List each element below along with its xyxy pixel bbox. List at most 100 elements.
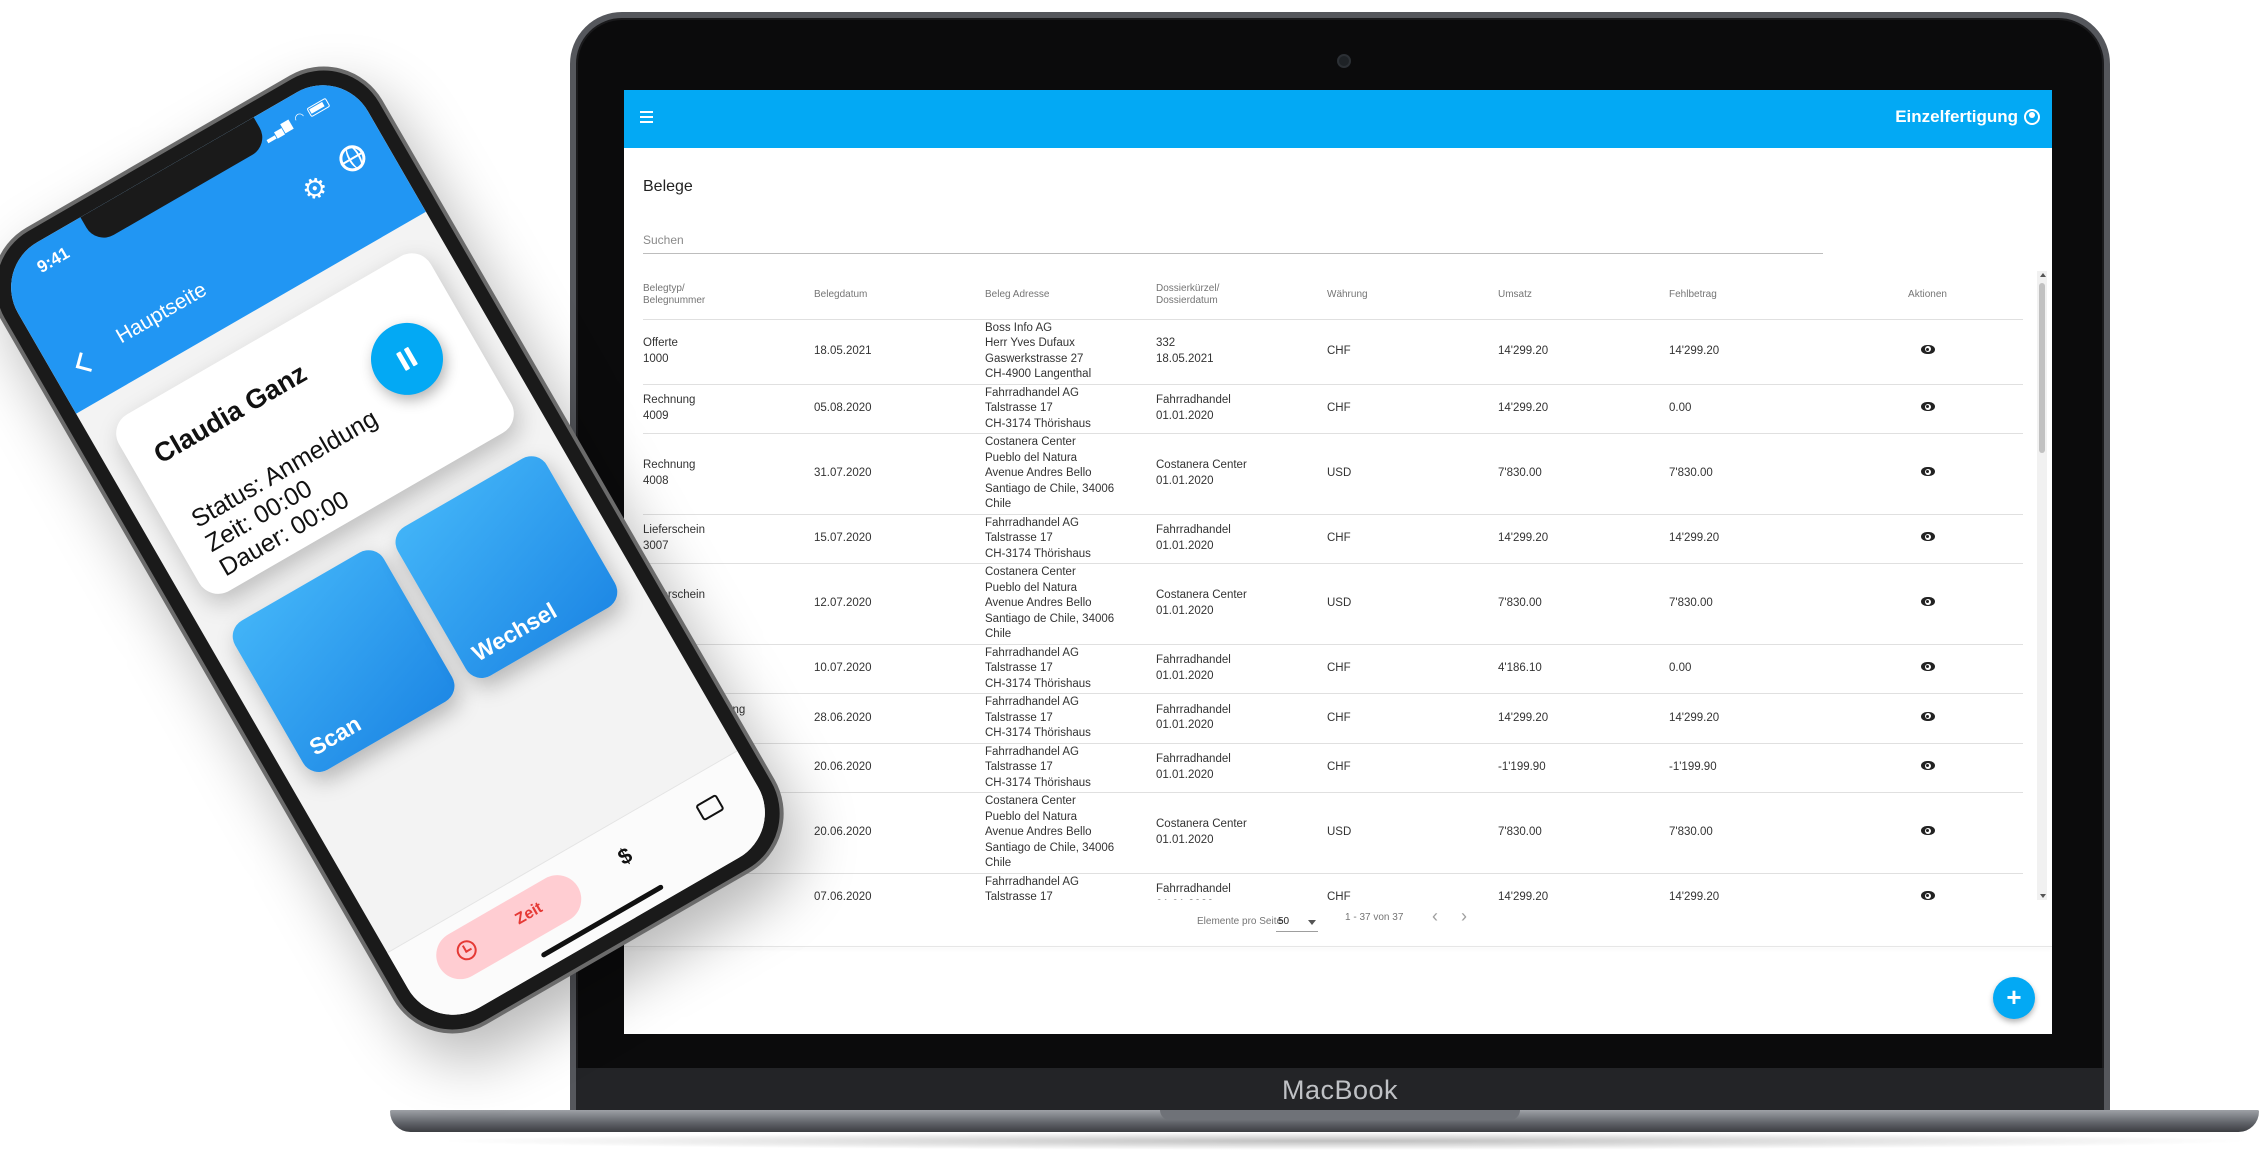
table-cell: Costanera Center Pueblo del Natura Avenu…: [985, 563, 1156, 645]
content-divider: [624, 946, 2052, 947]
eye-icon[interactable]: [1920, 761, 1935, 770]
eye-icon[interactable]: [1920, 662, 1935, 671]
belege-table: Belegtyp/ Belegnummer Belegdatum Beleg Adr…: [643, 271, 2023, 900]
table-cell: Costanera Center 01.01.2020: [1156, 792, 1327, 874]
chevron-right-icon[interactable]: ›: [1453, 906, 1475, 928]
battery-icon: [306, 97, 331, 118]
table-cell: 14'299.20: [1669, 873, 1840, 900]
table-cell: 05.08.2020: [814, 384, 985, 434]
actions-cell: [1840, 384, 2023, 434]
actions-cell: [1840, 644, 2023, 694]
table-cell: Fahrradhandel 01.01.2020: [1156, 514, 1327, 564]
table-cell: -1'199.90: [1669, 743, 1840, 793]
belege-table-wrapper: Belegtyp/ Belegnummer Belegdatum Beleg Adr…: [643, 271, 2037, 900]
menu-icon[interactable]: [640, 108, 660, 128]
table-cell: CHF: [1327, 873, 1498, 900]
table-cell: 4'186.10: [1498, 644, 1669, 694]
table-scrollbar[interactable]: [2037, 271, 2047, 900]
table-row[interactable]: Lieferschein 20.06.2020Fahrradhandel AG …: [643, 743, 2023, 793]
table-cell: Lieferschein 3007: [643, 514, 814, 564]
actions-cell: [1840, 433, 2023, 515]
eye-icon[interactable]: [1920, 532, 1935, 541]
table-cell: 0.00: [1669, 644, 1840, 694]
pause-button[interactable]: [357, 309, 457, 409]
table-row[interactable]: 07.06.2020 Fahrradhandel AG Talstrasse 17…: [643, 873, 2023, 900]
scrollbar-thumb[interactable]: [2039, 283, 2045, 453]
table-cell: 14'299.20: [1498, 384, 1669, 434]
eye-icon[interactable]: [1920, 402, 1935, 411]
page-range-label: 1 - 37 von 37: [1345, 912, 1404, 923]
table-cell: 7'830.00: [1669, 792, 1840, 874]
back-arrow-icon[interactable]: [75, 352, 96, 372]
dollar-icon[interactable]: $: [613, 842, 637, 871]
page-title: Belege: [643, 178, 693, 195]
table-cell: USD: [1327, 563, 1498, 645]
table-cell: Offerte 1000: [643, 319, 814, 385]
eye-icon[interactable]: [1920, 597, 1935, 606]
table-row[interactable]: Auftragsbestätigung 20.06.2020Costanera …: [643, 792, 2023, 874]
laptop-camera: [1337, 54, 1351, 68]
scroll-up-arrow-icon[interactable]: [2040, 273, 2046, 277]
table-cell: Fahrradhandel AG Talstrasse 17 CH-3174 T…: [985, 514, 1156, 564]
search-input[interactable]: [643, 230, 1823, 254]
table-row[interactable]: Lieferschein 3007 15.07.2020 Fahrradhandel…: [643, 514, 2023, 564]
table-cell: 14'299.20: [1498, 873, 1669, 900]
table-cell: 10.07.2020: [814, 644, 985, 694]
table-cell: CHF: [1327, 693, 1498, 744]
table-cell: Rechnung 4008: [643, 433, 814, 515]
table-cell: CHF: [1327, 319, 1498, 385]
table-cell: 7'830.00: [1498, 563, 1669, 645]
table-cell: Costanera Center 01.01.2020: [1156, 433, 1327, 515]
wallet-icon[interactable]: [695, 793, 725, 822]
eye-icon[interactable]: [1920, 711, 1935, 721]
table-cell: 14'299.20: [1669, 514, 1840, 564]
eye-icon[interactable]: [1920, 467, 1935, 476]
table-row[interactable]: Offerte 1000 18.05.2021 Boss Info AG Herr …: [643, 319, 2023, 385]
eye-icon[interactable]: [1920, 891, 1935, 900]
table-cell: CHF: [1327, 743, 1498, 793]
table-cell: 14'299.20: [1498, 693, 1669, 744]
actions-cell: [1840, 743, 2023, 793]
table-row[interactable]: Rechnung 4008 31.07.2020 Costanera Center …: [643, 433, 2023, 515]
table-cell: CHF: [1327, 644, 1498, 694]
globe-icon[interactable]: [334, 140, 371, 177]
user-menu-button[interactable]: Einzelfertigung: [1895, 107, 2040, 127]
table-row[interactable]: Lieferschein 300612.07.2020Costanera Cen…: [643, 563, 2023, 645]
table-cell: USD: [1327, 792, 1498, 874]
table-cell: Fahrradhandel AG Talstrasse 17 CH-3174 T…: [985, 693, 1156, 744]
scan-tile-label: Scan: [304, 710, 366, 761]
table-cell: 12.07.2020: [814, 563, 985, 645]
table-cell: 15.07.2020: [814, 514, 985, 564]
eye-icon[interactable]: [1920, 344, 1935, 354]
actions-cell: [1840, 873, 2023, 900]
laptop-base-notch: [1160, 1110, 1520, 1120]
column-header: Belegdatum: [814, 271, 985, 320]
gear-icon[interactable]: ⚙: [296, 168, 334, 209]
table-cell: 7'830.00: [1669, 433, 1840, 515]
chevron-left-icon[interactable]: ‹: [1424, 906, 1446, 928]
phone-page-title: Hauptseite: [112, 278, 211, 349]
table-cell: Costanera Center 01.01.2020: [1156, 563, 1327, 645]
scroll-down-arrow-icon[interactable]: [2040, 894, 2046, 898]
status-bar-time: 9:41: [33, 243, 73, 277]
tab-zeit-label: Zeit: [512, 899, 546, 929]
table-cell: Fahrradhandel AG Talstrasse 17 CH-3174 T…: [985, 384, 1156, 434]
table-row[interactable]: Rechnung 4009 05.08.2020 Fahrradhandel AG …: [643, 384, 2023, 434]
table-cell: Fahrradhandel 01.01.2020: [1156, 644, 1327, 694]
table-cell: 14'299.20: [1669, 319, 1840, 385]
table-row[interactable]: Auftragsbestätigung 100728.06.2020Fahrra…: [643, 693, 2023, 744]
column-header: Aktionen: [1840, 271, 2023, 320]
column-header: Belegtyp/ Belegnummer: [643, 271, 814, 320]
add-button[interactable]: +: [1993, 977, 2035, 1019]
page-size-select[interactable]: 50: [1276, 912, 1318, 932]
table-cell: 31.07.2020: [814, 433, 985, 515]
table-row[interactable]: Rechnung 401210.07.2020Fahrradhandel AG …: [643, 644, 2023, 694]
eye-icon[interactable]: [1920, 826, 1935, 835]
table-cell: Rechnung 4009: [643, 384, 814, 434]
page-size-value: 50: [1278, 916, 1290, 927]
paginator: Elemente pro Seite 50 1 - 37 von 37 ‹ ›: [624, 902, 2052, 946]
table-cell: CHF: [1327, 384, 1498, 434]
table-cell: USD: [1327, 433, 1498, 515]
page-size-label: Elemente pro Seite: [1197, 916, 1283, 927]
table-cell: Fahrradhandel AG Talstrasse 17 CH-3174 T…: [985, 873, 1156, 900]
